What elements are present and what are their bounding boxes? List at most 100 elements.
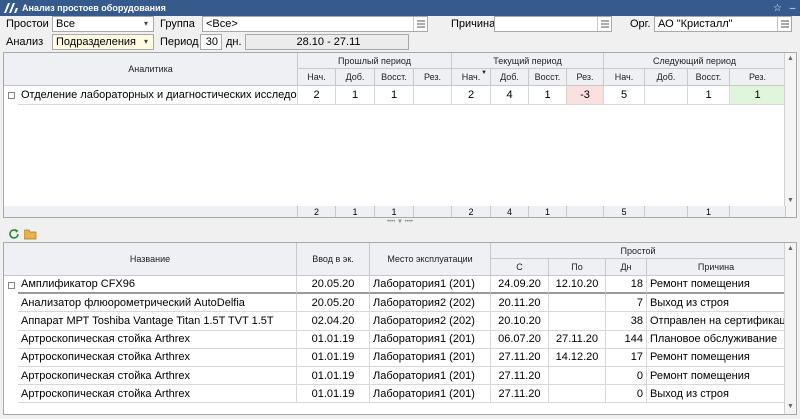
equipment-from-cell[interactable]: 27.11.20: [491, 367, 549, 386]
refresh-icon[interactable]: [7, 228, 20, 241]
equipment-name-cell[interactable]: Артроскопическая стойка Arthrex: [18, 348, 297, 367]
equipment-days-cell[interactable]: 17: [606, 348, 647, 367]
commission-header[interactable]: Ввод в эк.: [297, 243, 370, 276]
equipment-days-cell[interactable]: 0: [606, 385, 647, 404]
equipment-reason-cell[interactable]: Ремонт помещения: [647, 348, 786, 367]
equipment-to-cell[interactable]: [549, 312, 606, 331]
list-icon[interactable]: [777, 17, 791, 31]
scroll-down-icon[interactable]: ▼: [785, 401, 796, 412]
equipment-name-cell[interactable]: Артроскопическая стойка Arthrex: [18, 385, 297, 404]
equipment-location-cell[interactable]: Лаборатория1 (201): [370, 348, 491, 367]
equipment-to-cell[interactable]: 27.11.20: [549, 330, 606, 349]
equipment-days-cell[interactable]: 18: [606, 276, 647, 295]
equipment-reason-cell[interactable]: Ремонт помещения: [647, 276, 786, 295]
value-cell[interactable]: 2: [452, 86, 491, 105]
days-header[interactable]: Дн: [606, 259, 647, 276]
value-cell[interactable]: 5: [604, 86, 645, 105]
minimize-icon[interactable]: –: [785, 3, 800, 14]
equipment-commission-cell[interactable]: 01.01.19: [297, 330, 370, 349]
equipment-commission-cell[interactable]: 01.01.19: [297, 348, 370, 367]
subheader[interactable]: Доб.: [336, 69, 375, 86]
subheader[interactable]: Восст.: [688, 69, 730, 86]
subheader[interactable]: Доб.: [645, 69, 688, 86]
equipment-from-cell[interactable]: 24.09.20: [491, 276, 549, 295]
value-cell[interactable]: [645, 86, 688, 105]
scroll-down-icon[interactable]: ▼: [785, 195, 796, 206]
star-icon[interactable]: ☆: [770, 3, 785, 14]
period-input[interactable]: 30: [200, 34, 222, 50]
chevron-down-icon[interactable]: ▾: [139, 17, 153, 31]
equipment-from-cell[interactable]: 06.07.20: [491, 330, 549, 349]
equipment-commission-cell[interactable]: 02.04.20: [297, 312, 370, 331]
analytics-header[interactable]: Аналитика: [4, 53, 298, 86]
equipment-location-cell[interactable]: Лаборатория1 (201): [370, 367, 491, 386]
reason-field[interactable]: [494, 16, 612, 32]
analysis-select[interactable]: Подразделения ▾: [52, 34, 154, 50]
subheader[interactable]: Нач. ▼: [452, 69, 491, 86]
equipment-name-cell[interactable]: Артроскопическая стойка Arthrex: [18, 330, 297, 349]
value-cell[interactable]: 1: [375, 86, 414, 105]
panel-splitter[interactable]: •••• ▼ ••••: [3, 218, 797, 226]
subheader[interactable]: Восст.: [375, 69, 414, 86]
equipment-name-cell[interactable]: Амплификатор CFX96: [18, 276, 297, 295]
equipment-location-cell[interactable]: Лаборатория1 (201): [370, 330, 491, 349]
equipment-reason-cell[interactable]: Ремонт помещения: [647, 367, 786, 386]
value-cell[interactable]: 2: [298, 86, 336, 105]
equipment-commission-cell[interactable]: 01.01.19: [297, 367, 370, 386]
value-cell[interactable]: 1: [336, 86, 375, 105]
vertical-scrollbar[interactable]: ▲ ▼: [784, 53, 796, 217]
subheader[interactable]: Нач.: [298, 69, 336, 86]
subheader[interactable]: Рез.: [567, 69, 604, 86]
subheader[interactable]: Восст.: [529, 69, 567, 86]
subheader[interactable]: Доб.: [491, 69, 529, 86]
equipment-days-cell[interactable]: 7: [606, 294, 647, 313]
folder-icon[interactable]: [24, 228, 37, 241]
equipment-reason-cell[interactable]: Плановое обслуживание: [647, 330, 786, 349]
equipment-location-cell[interactable]: Лаборатория2 (202): [370, 312, 491, 331]
equipment-commission-cell[interactable]: 20.05.20: [297, 294, 370, 313]
value-cell[interactable]: 1: [529, 86, 567, 105]
value-cell[interactable]: 1: [688, 86, 730, 105]
to-header[interactable]: По: [549, 259, 606, 276]
scroll-up-icon[interactable]: ▲: [785, 53, 796, 64]
list-icon[interactable]: [597, 17, 611, 31]
subheader[interactable]: Рез.: [730, 69, 786, 86]
equipment-commission-cell[interactable]: 20.05.20: [297, 276, 370, 295]
equipment-to-cell[interactable]: [549, 367, 606, 386]
org-field[interactable]: АО "Кристалл": [654, 16, 792, 32]
equipment-reason-cell[interactable]: Отправлен на сертификацию: [647, 312, 786, 331]
equipment-from-cell[interactable]: 27.11.20: [491, 348, 549, 367]
downtime-select[interactable]: Все ▾: [52, 16, 154, 32]
equipment-reason-cell[interactable]: Выход из строя: [647, 385, 786, 404]
row-selector[interactable]: [4, 276, 18, 294]
equipment-to-cell[interactable]: 14.12.20: [549, 348, 606, 367]
equipment-days-cell[interactable]: 144: [606, 330, 647, 349]
subheader[interactable]: Рез.: [414, 69, 452, 86]
equipment-commission-cell[interactable]: 01.01.19: [297, 385, 370, 404]
row-selector[interactable]: [4, 86, 18, 105]
list-icon[interactable]: [413, 17, 427, 31]
reason-header[interactable]: Причина: [647, 259, 786, 276]
equipment-from-cell[interactable]: 20.11.20: [491, 294, 549, 313]
equipment-reason-cell[interactable]: Выход из строя: [647, 294, 786, 313]
equipment-name-cell[interactable]: Анализатор флюорометрический AutoDelfia: [18, 294, 297, 313]
vertical-scrollbar[interactable]: ▲ ▼: [784, 243, 796, 414]
analytics-row-name[interactable]: Отделение лабораторных и диагностических…: [18, 86, 298, 105]
name-header[interactable]: Название: [4, 243, 297, 276]
location-header[interactable]: Место эксплуатации: [370, 243, 491, 276]
equipment-location-cell[interactable]: Лаборатория1 (201): [370, 385, 491, 404]
scroll-up-icon[interactable]: ▲: [785, 243, 796, 254]
equipment-to-cell[interactable]: [549, 294, 606, 313]
chevron-down-icon[interactable]: ▾: [139, 35, 153, 49]
equipment-from-cell[interactable]: 27.11.20: [491, 385, 549, 404]
equipment-location-cell[interactable]: Лаборатория2 (202): [370, 294, 491, 313]
equipment-to-cell[interactable]: [549, 385, 606, 404]
equipment-from-cell[interactable]: 20.10.20: [491, 312, 549, 331]
equipment-days-cell[interactable]: 0: [606, 367, 647, 386]
value-cell[interactable]: 4: [491, 86, 529, 105]
equipment-name-cell[interactable]: Артроскопическая стойка Arthrex: [18, 367, 297, 386]
equipment-days-cell[interactable]: 38: [606, 312, 647, 331]
result-cell-negative[interactable]: -3: [567, 86, 604, 105]
equipment-location-cell[interactable]: Лаборатория1 (201): [370, 276, 491, 295]
equipment-to-cell[interactable]: 12.10.20: [549, 276, 606, 295]
